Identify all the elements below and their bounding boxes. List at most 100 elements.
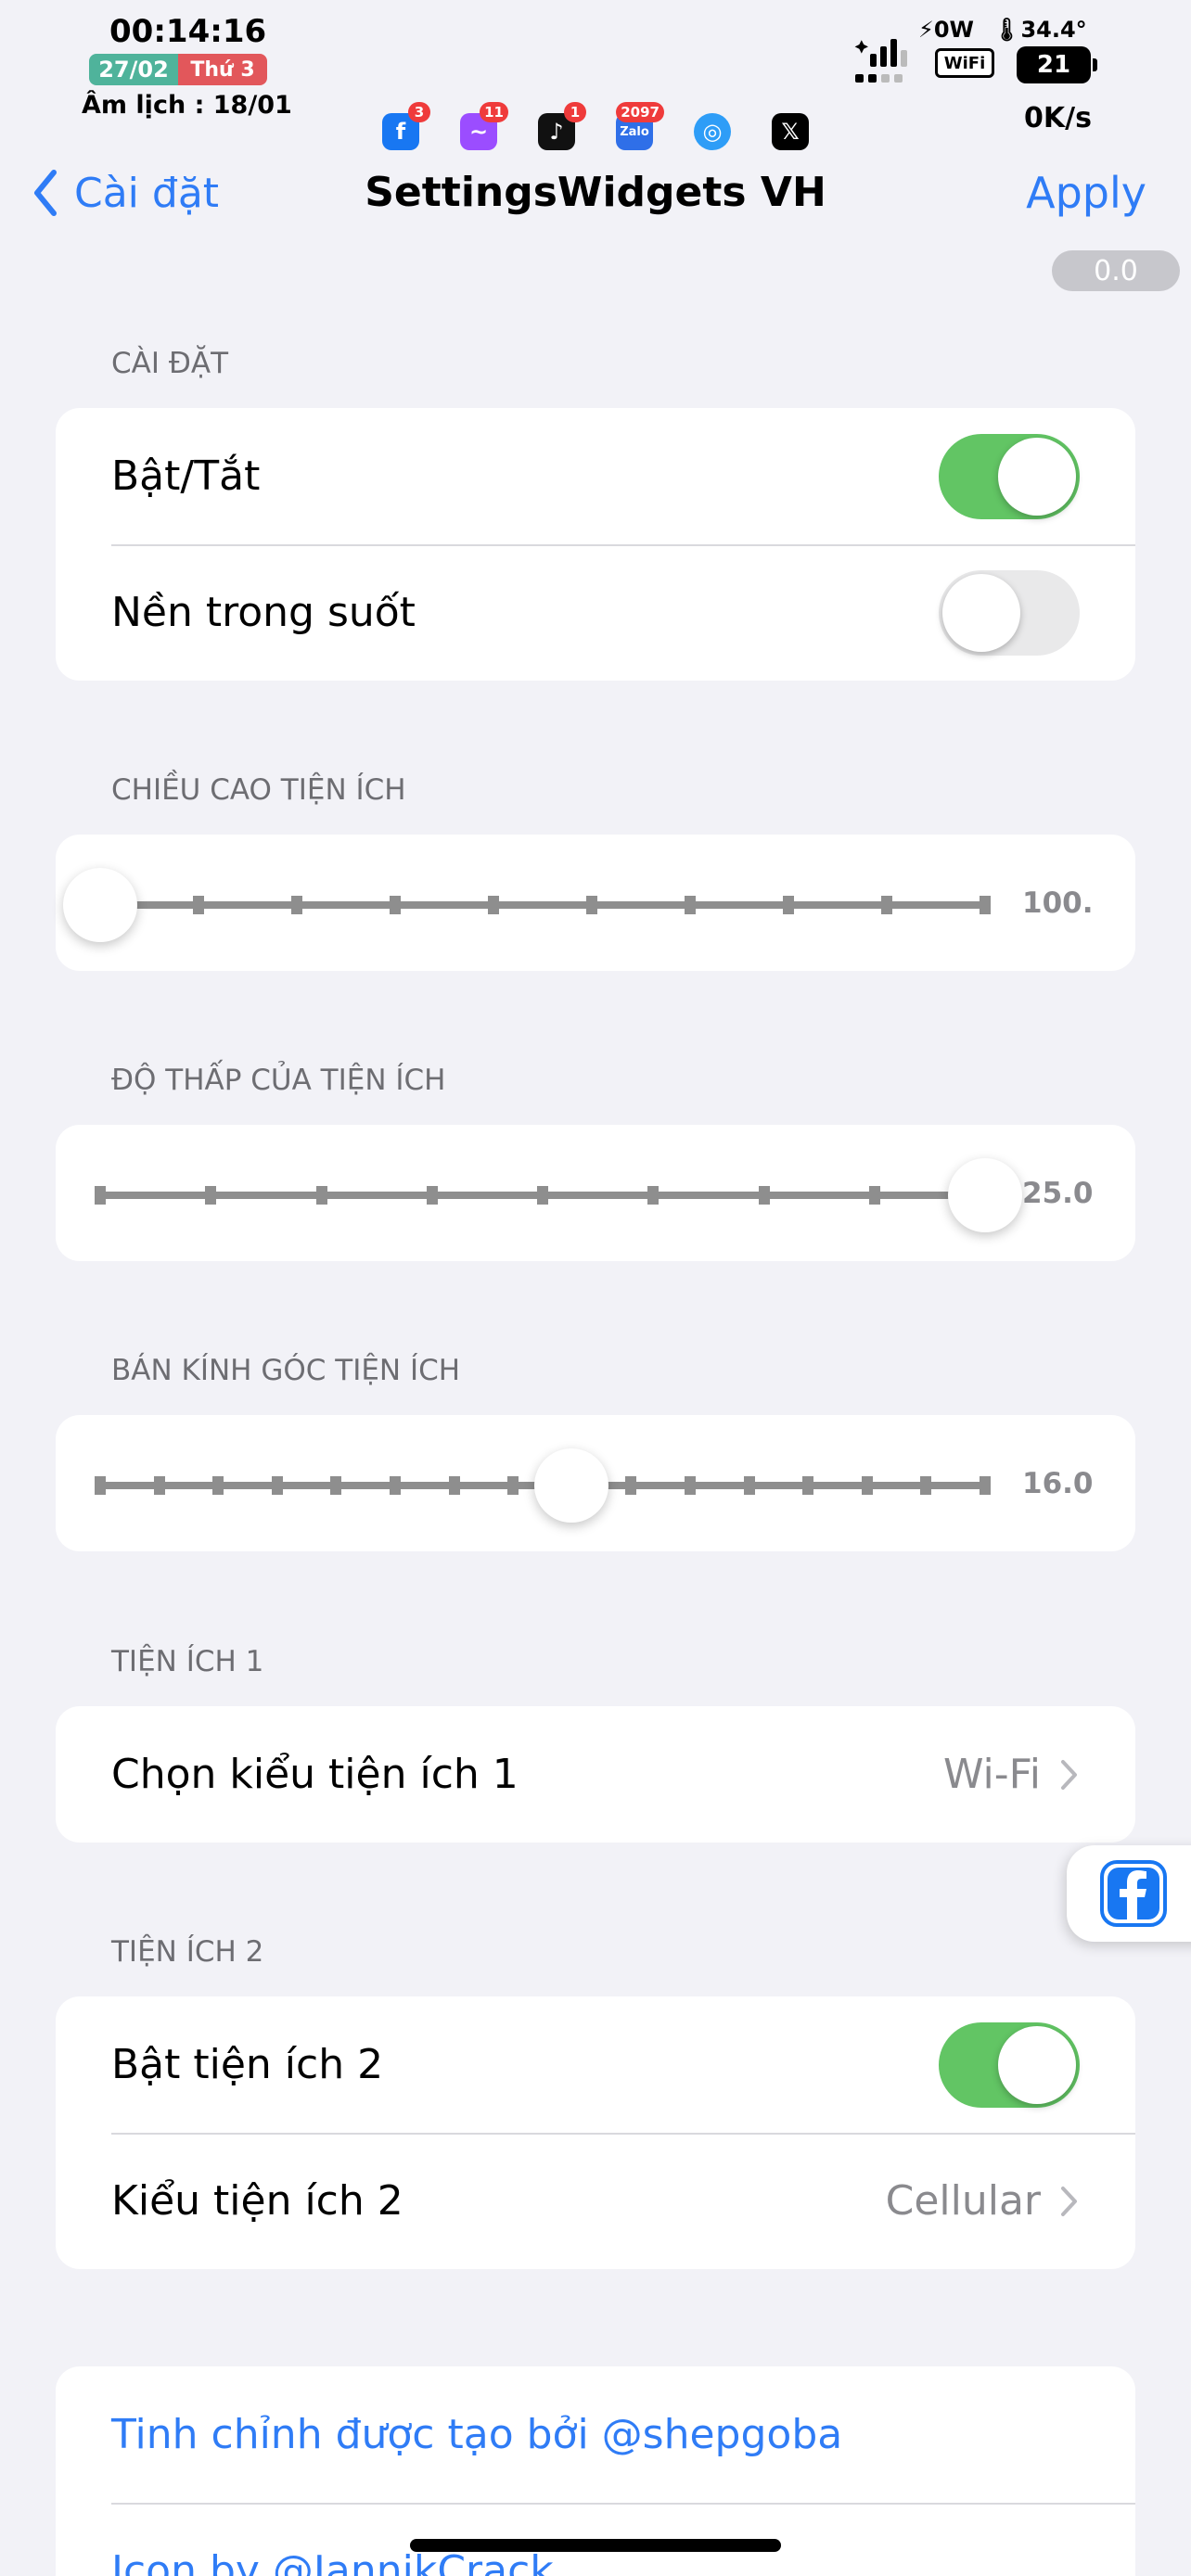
settings-card: Bật/Tắt Nền trong suốt xyxy=(56,408,1135,681)
slider-tick xyxy=(153,1475,165,1495)
radius-slider[interactable] xyxy=(95,1447,991,1523)
messenger-icon: ~11 xyxy=(460,102,508,150)
credits-line-1: Tinh chỉnh được tạo bởi @shepgoba xyxy=(111,2411,843,2458)
offset-card: 25.0 xyxy=(56,1125,1135,1261)
status-temperature: 🌡34.4° xyxy=(992,17,1087,43)
slider-tick xyxy=(980,1475,991,1495)
slider-tick xyxy=(448,1475,460,1495)
widget2-card: Bật tiện ích 2 Kiểu tiện ích 2 Cellular xyxy=(56,1996,1135,2269)
slider-tick xyxy=(743,1475,755,1495)
facebook-icon xyxy=(1100,1860,1167,1927)
radius-slider-thumb[interactable] xyxy=(534,1447,609,1523)
widget2-enable-label: Bật tiện ích 2 xyxy=(111,2041,384,2088)
status-power: ⚡0W xyxy=(918,17,975,43)
slider-tick xyxy=(507,1475,519,1495)
slider-tick xyxy=(271,1475,283,1495)
transparent-bg-toggle[interactable] xyxy=(939,569,1080,656)
facebook-icon: f3 xyxy=(382,102,430,150)
apply-button[interactable]: Apply xyxy=(1026,163,1146,223)
slider-tick xyxy=(625,1475,637,1495)
status-time: 00:14:16 xyxy=(109,13,267,50)
slider-tick xyxy=(95,1185,106,1205)
safari-icon: ◎ xyxy=(694,113,731,150)
status-weekday: Thứ 3 xyxy=(178,54,267,85)
slider-tick xyxy=(881,895,892,914)
widget2-enable-toggle[interactable] xyxy=(939,2021,1080,2108)
zalo-badge: 2097 xyxy=(616,102,664,122)
facebook-floating-button[interactable] xyxy=(1067,1845,1191,1942)
zalo-icon: Zalo 2097 xyxy=(616,102,664,150)
widget2-enable-row: Bật tiện ích 2 xyxy=(56,1996,1135,2133)
enable-toggle[interactable] xyxy=(939,433,1080,519)
home-indicator[interactable] xyxy=(410,2539,781,2552)
widget1-type-row[interactable]: Chọn kiểu tiện ích 1 Wi-Fi xyxy=(56,1706,1135,1843)
slider-tick xyxy=(783,895,794,914)
slider-tick xyxy=(980,895,991,914)
version-badge: 0.0 xyxy=(1052,250,1180,291)
slider-tick xyxy=(389,1475,401,1495)
transparent-bg-label: Nền trong suốt xyxy=(111,589,416,636)
slider-tick xyxy=(205,1185,217,1205)
enable-label: Bật/Tắt xyxy=(111,453,261,500)
offset-value: 25.0 xyxy=(1022,1176,1094,1210)
widget2-type-row[interactable]: Kiểu tiện ích 2 Cellular xyxy=(56,2133,1135,2269)
slider-tick xyxy=(212,1475,224,1495)
tiktok-badge: 1 xyxy=(564,102,586,122)
slider-tick xyxy=(193,895,204,914)
slider-tick xyxy=(95,1475,106,1495)
section-header-radius: BÁN KÍNH GÓC TIỆN ÍCH xyxy=(111,1354,461,1387)
slider-tick xyxy=(684,1475,696,1495)
slider-tick xyxy=(315,1185,327,1205)
slider-tick xyxy=(868,1185,880,1205)
tiktok-icon: ♪ 1 xyxy=(538,102,586,150)
credits-shepgoba-link[interactable]: Tinh chỉnh được tạo bởi @shepgoba xyxy=(56,2366,1135,2503)
slider-tick xyxy=(647,1185,660,1205)
slider-tick xyxy=(684,895,696,914)
widget1-card: Chọn kiểu tiện ích 1 Wi-Fi xyxy=(56,1706,1135,1843)
offset-slider[interactable] xyxy=(95,1157,1022,1232)
transparent-bg-row: Nền trong suốt xyxy=(56,544,1135,681)
height-card: 100. xyxy=(56,835,1135,971)
radius-card: 16.0 xyxy=(56,1415,1135,1551)
section-header-offset: ĐỘ THẤP CỦA TIỆN ÍCH xyxy=(111,1064,446,1097)
widget1-type-label: Chọn kiểu tiện ích 1 xyxy=(111,1751,519,1798)
messenger-badge: 11 xyxy=(480,102,508,122)
slider-tick xyxy=(861,1475,873,1495)
widget2-type-value: Cellular xyxy=(885,2177,1041,2225)
offset-slider-row: 25.0 xyxy=(56,1125,1135,1261)
battery-icon: 21 xyxy=(1017,46,1097,83)
status-date: 27/02 xyxy=(89,54,178,85)
facebook-badge: 3 xyxy=(408,102,430,122)
offset-slider-thumb[interactable] xyxy=(948,1157,1022,1232)
enable-row: Bật/Tắt xyxy=(56,408,1135,544)
chevron-right-icon xyxy=(1061,2186,1077,2216)
slider-tick xyxy=(330,1475,342,1495)
slider-tick xyxy=(920,1475,932,1495)
slider-tick xyxy=(389,895,401,914)
signal-strength-icon xyxy=(854,39,907,83)
height-slider[interactable] xyxy=(63,867,991,942)
slider-tick xyxy=(291,895,302,914)
status-net-speed: 0K/s xyxy=(1024,102,1092,134)
widget2-type-label: Kiểu tiện ích 2 xyxy=(111,2177,403,2225)
radius-slider-row: 16.0 xyxy=(56,1415,1135,1551)
slider-tick xyxy=(488,895,499,914)
widget1-type-value: Wi-Fi xyxy=(943,1751,1041,1798)
section-header-widget1: TIỆN ÍCH 1 xyxy=(111,1645,264,1678)
radius-value: 16.0 xyxy=(1022,1466,1094,1500)
height-slider-thumb[interactable] xyxy=(63,867,137,942)
page-title: SettingsWidgets VH xyxy=(365,169,826,216)
slider-tick xyxy=(802,1475,814,1495)
height-slider-row: 100. xyxy=(56,835,1135,971)
section-header-widget2: TIỆN ÍCH 2 xyxy=(111,1935,264,1969)
x-icon: 𝕏 xyxy=(772,113,809,150)
status-lunar-date: Âm lịch : 18/01 xyxy=(82,91,292,120)
wifi-icon: WiFi xyxy=(935,48,994,78)
height-value: 100. xyxy=(1022,886,1094,920)
slider-tick xyxy=(758,1185,770,1205)
slider-tick xyxy=(426,1185,438,1205)
section-header-height: CHIỀU CAO TIỆN ÍCH xyxy=(111,773,406,807)
slider-tick xyxy=(586,895,597,914)
chevron-right-icon xyxy=(1061,1759,1077,1790)
slider-tick xyxy=(537,1185,548,1205)
